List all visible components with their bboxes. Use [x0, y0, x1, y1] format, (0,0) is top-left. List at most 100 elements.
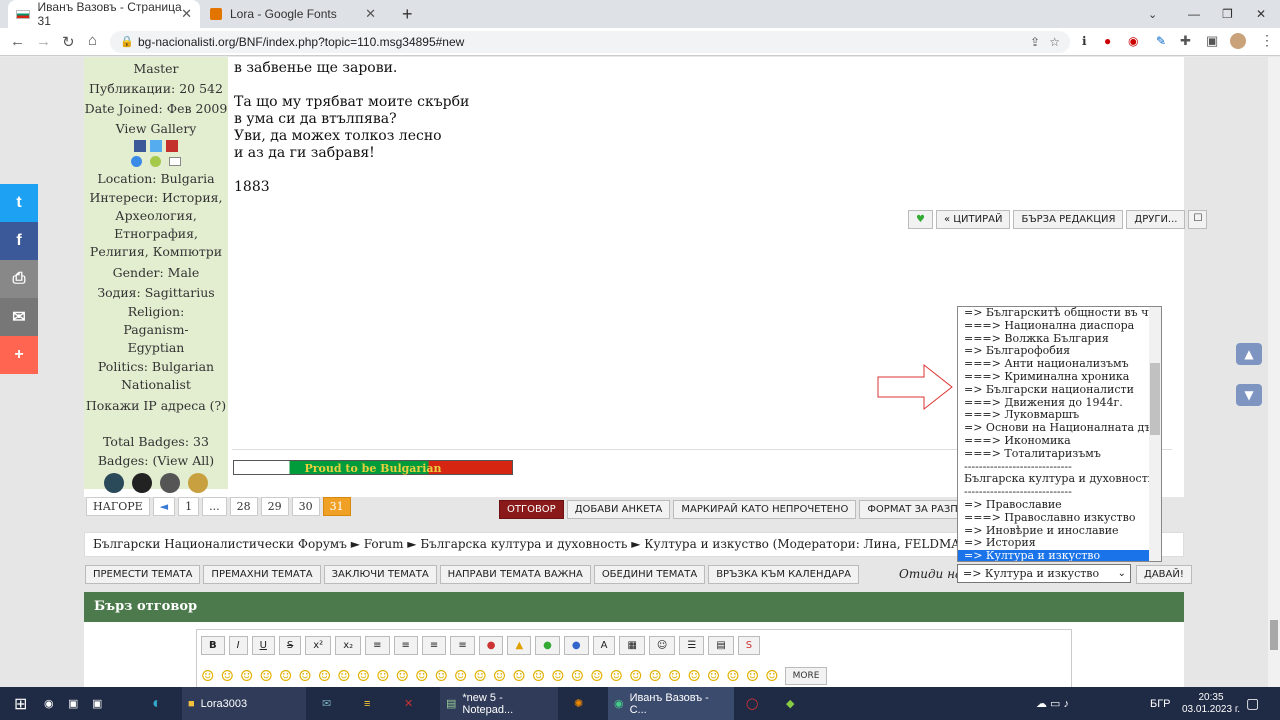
smiley-icon[interactable]: ☺	[220, 667, 233, 685]
remove-topic-button[interactable]: ПРЕМАХНИ ТЕМАТА	[203, 565, 321, 584]
maximize-icon[interactable]: ❐	[1214, 0, 1241, 28]
app-icon[interactable]: ▣	[86, 687, 108, 720]
dropdown-option[interactable]: ===> Икономика	[958, 434, 1161, 448]
quick-edit-button[interactable]: БЪРЗА РЕДАКЦИЯ	[1013, 210, 1124, 229]
twitter-icon[interactable]	[150, 140, 162, 152]
chrome-icon[interactable]: ◉	[38, 687, 60, 720]
smiley-icon[interactable]: ☺	[648, 667, 661, 685]
info-icon[interactable]: ●	[563, 636, 589, 655]
italic-icon[interactable]: I	[228, 636, 248, 655]
app-icon[interactable]: ▣	[62, 687, 84, 720]
smiley-icon[interactable]: ☺	[337, 667, 350, 685]
goto-dropdown-list[interactable]: => Българскитѣ общности въ чужбина===> Н…	[957, 306, 1162, 562]
smiley-icon[interactable]: ☺	[765, 667, 778, 685]
puzzle-icon[interactable]: ✚	[1180, 33, 1191, 49]
smiley-icon[interactable]: ☺	[532, 667, 545, 685]
smiley-icon[interactable]: ☺	[357, 667, 370, 685]
smiley-icon[interactable]: ☺	[396, 667, 409, 685]
justify-icon[interactable]: ≡	[450, 636, 475, 655]
subscript-icon[interactable]: x₂	[335, 636, 362, 655]
badge-icon[interactable]	[132, 473, 152, 493]
page-link[interactable]: 28	[229, 497, 258, 516]
tab-inactive[interactable]: Lora - Google Fonts ✕	[202, 0, 384, 28]
move-topic-button[interactable]: ПРЕМЕСТИ ТЕМАТА	[85, 565, 201, 584]
facebook-icon[interactable]	[134, 140, 146, 152]
page-link[interactable]: 30	[291, 497, 320, 516]
close-icon[interactable]: ✕	[365, 6, 376, 22]
twitter-share-icon[interactable]: t	[0, 184, 38, 222]
more-actions-button[interactable]: ДРУГИ...	[1126, 210, 1186, 229]
scrollbar-thumb[interactable]	[1150, 363, 1160, 435]
add-poll-button[interactable]: ДОБАВИ АНКЕТА	[566, 500, 671, 519]
table-icon[interactable]: ▤	[708, 636, 734, 655]
underline-icon[interactable]: U	[251, 636, 275, 655]
forward-icon[interactable]: →	[36, 33, 51, 50]
warning-icon[interactable]: ▲	[507, 636, 532, 655]
notifications-icon[interactable]: ▢	[1240, 687, 1265, 720]
dropdown-option[interactable]: ===> Криминална хроника	[958, 370, 1161, 384]
scrollbar-thumb[interactable]	[1270, 620, 1278, 650]
page-link[interactable]: 1	[178, 497, 200, 516]
address-bar[interactable]: 🔒 bg-nacionalisti.org/BNF/index.php?topi…	[110, 31, 1070, 53]
clock[interactable]: 20:35 03.01.2023 г.	[1176, 687, 1246, 720]
taskbar-folder[interactable]: ■ Lora3003	[182, 687, 306, 720]
mail-icon[interactable]: ✉	[316, 687, 337, 720]
quote-button[interactable]: « ЦИТИРАЙ	[935, 210, 1011, 229]
smiley-icon[interactable]: ☺	[551, 667, 564, 685]
smiley-icon[interactable]: ☺	[240, 667, 253, 685]
page-scrollbar[interactable]	[1268, 57, 1280, 687]
goto-button[interactable]: ДАВАЙ!	[1136, 565, 1192, 584]
dropdown-scrollbar[interactable]	[1149, 307, 1161, 561]
taskbar-chrome[interactable]: ◉ Иванъ Вазовъ - С...	[608, 687, 734, 720]
stop-icon[interactable]: ●	[478, 636, 504, 655]
sidepanel-icon[interactable]: ▣	[1206, 33, 1218, 49]
smiley-icon[interactable]: ☺	[610, 667, 623, 685]
smiley-icon[interactable]: ☺	[687, 667, 700, 685]
smiley-icon[interactable]: ☺	[434, 667, 447, 685]
align-left-icon[interactable]: ≡	[365, 636, 390, 655]
avatar[interactable]	[1230, 33, 1246, 49]
more-share-icon[interactable]: +	[0, 336, 38, 374]
new-tab-icon[interactable]: +	[394, 0, 421, 28]
reload-icon[interactable]: ↻	[62, 33, 75, 51]
smiley-icon[interactable]: ☺	[726, 667, 739, 685]
tray-icons[interactable]: ☁ ▭ ♪	[1030, 687, 1075, 720]
source-icon[interactable]: S	[737, 636, 761, 655]
smiley-icon[interactable]: ☺	[512, 667, 525, 685]
email-share-icon[interactable]: ✉	[0, 298, 38, 336]
facebook-share-icon[interactable]: f	[0, 222, 38, 260]
extension-icon[interactable]: ●	[1104, 34, 1111, 48]
edge-icon[interactable]: ◐	[146, 687, 168, 720]
pm-icon[interactable]	[150, 156, 161, 167]
font-icon[interactable]: A	[592, 636, 616, 655]
bookmark-star-icon[interactable]: ☆	[1049, 31, 1060, 53]
smiley-icon[interactable]: ☺	[590, 667, 603, 685]
dropdown-option[interactable]: => Православие	[958, 498, 1161, 512]
smiley-icon[interactable]: ☺	[571, 667, 584, 685]
extension-icon[interactable]: ℹ	[1082, 34, 1087, 48]
goto-select[interactable]: => Култура и изкуство ⌄	[957, 564, 1131, 583]
home-icon[interactable]: ⌂	[88, 32, 97, 49]
more-smileys-button[interactable]: MORE	[784, 667, 828, 685]
signature-banner[interactable]: Proud to be Bulgarian	[233, 460, 513, 475]
badge-icon[interactable]	[104, 473, 124, 493]
uk-flag-icon[interactable]: ✕	[398, 687, 419, 720]
smiley-icon[interactable]: ☺	[648, 636, 676, 655]
calendar-link-button[interactable]: ВРЪЗКА КЪМ КАЛЕНДАРА	[708, 565, 859, 584]
smiley-icon[interactable]: ☺	[318, 667, 331, 685]
language-indicator[interactable]: БГР	[1144, 687, 1177, 720]
start-icon[interactable]: ⊞	[8, 687, 33, 720]
extension-icon[interactable]: ✎	[1156, 34, 1166, 48]
smiley-icon[interactable]: ☺	[746, 667, 759, 685]
share-icon[interactable]: ⇪	[1030, 31, 1040, 53]
tab-active[interactable]: Иванъ Вазовъ - Страница 31 ✕	[8, 0, 200, 28]
dropdown-option[interactable]: => Култура и изкуство	[958, 549, 1161, 561]
gallery-link[interactable]: View Gallery	[84, 119, 228, 138]
smiley-icon[interactable]: ☺	[454, 667, 467, 685]
scroll-down-icon[interactable]: ▼	[1236, 384, 1262, 406]
minimize-icon[interactable]: —	[1180, 0, 1208, 28]
image-icon[interactable]: ▦	[619, 636, 645, 655]
website-icon[interactable]	[131, 156, 142, 167]
smiley-icon[interactable]: ☺	[629, 667, 642, 685]
close-icon[interactable]: ✕	[181, 6, 192, 22]
